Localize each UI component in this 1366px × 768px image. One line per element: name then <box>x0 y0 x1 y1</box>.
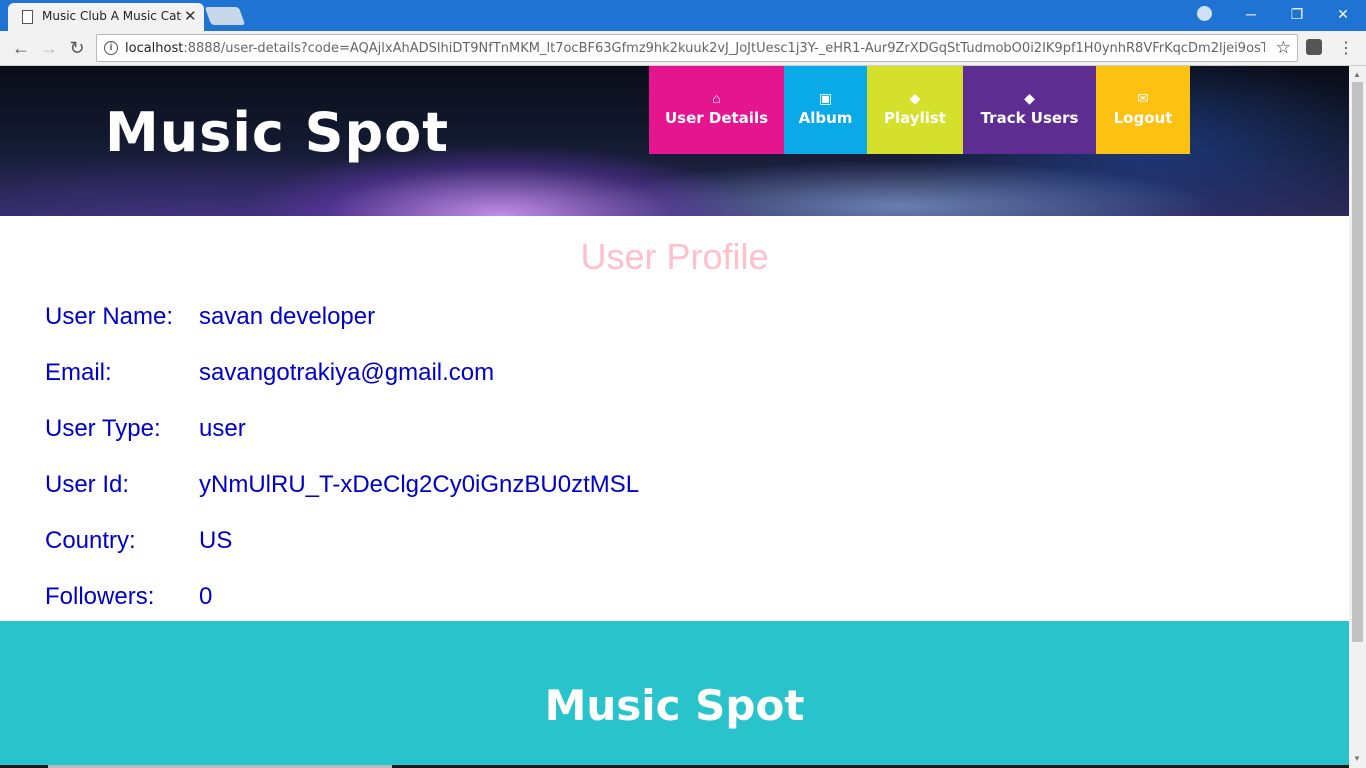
forward-arrow-icon[interactable]: → <box>38 37 60 59</box>
image-icon: ▣ <box>818 90 833 106</box>
field-label: User Type: <box>45 415 161 442</box>
minimize-icon[interactable]: ─ <box>1228 0 1274 28</box>
browser-titlebar: Music Club A Music Cate ✕ ─ ❐ ✕ <box>0 0 1366 31</box>
menu-dots-icon[interactable]: ⋮ <box>1338 38 1354 58</box>
url-path: :8888/user-details?code=AQAjlxAhADSlhiDT… <box>183 41 1265 56</box>
page-icon <box>22 10 33 24</box>
field-value: yNmUlRU_T-xDeClg2Cy0iGnzBU0ztMSL <box>199 471 640 498</box>
back-arrow-icon[interactable]: ← <box>10 37 32 59</box>
tags-icon: ◆ <box>909 90 921 106</box>
nav-album[interactable]: ▣ Album <box>784 66 867 154</box>
reload-icon[interactable]: ↻ <box>66 37 88 59</box>
site-footer: Music Spot <box>0 621 1349 768</box>
nav-track-users[interactable]: ◆ Track Users <box>963 66 1096 154</box>
profile-icon[interactable] <box>1197 6 1212 21</box>
nav-logout[interactable]: ✉ Logout <box>1096 66 1190 154</box>
nav-label: Track Users <box>980 109 1079 127</box>
vertical-scrollbar[interactable]: ▲ ▼ <box>1349 66 1366 768</box>
field-label: Email: <box>45 359 112 386</box>
nav-playlist[interactable]: ◆ Playlist <box>867 66 963 154</box>
restore-icon[interactable]: ❐ <box>1274 0 1320 28</box>
extension-icon[interactable] <box>1306 39 1322 55</box>
home-icon: ⌂ <box>712 90 721 106</box>
browser-tab[interactable]: Music Club A Music Cate ✕ <box>8 3 204 31</box>
field-label: User Name: <box>45 303 174 330</box>
bookmark-star-icon[interactable]: ☆ <box>1276 38 1291 58</box>
nav-user-details[interactable]: ⌂ User Details <box>649 66 784 154</box>
nav-label: Album <box>798 109 853 127</box>
field-value: US <box>199 527 233 554</box>
page-title: User Profile <box>580 236 769 277</box>
tags-icon: ◆ <box>1024 90 1035 106</box>
url-host: localhost <box>125 41 184 56</box>
scroll-thumb[interactable] <box>1352 82 1363 642</box>
page-viewport: Music Spot ⌂ User Details ▣ Album ◆ Play… <box>0 66 1349 768</box>
tab-title: Music Club A Music Cate <box>42 9 182 23</box>
field-label: Followers: <box>45 583 155 610</box>
scroll-down-icon[interactable]: ▼ <box>1353 754 1361 763</box>
scroll-up-icon[interactable]: ▲ <box>1353 70 1361 79</box>
profile-section: User Profile User Name: savan developer … <box>0 216 1349 621</box>
close-window-icon[interactable]: ✕ <box>1320 0 1366 28</box>
site-logo[interactable]: Music Spot <box>105 101 449 164</box>
field-value: savan developer <box>199 303 376 330</box>
tab-close-icon[interactable]: ✕ <box>184 7 197 25</box>
nav-label: Logout <box>1113 109 1173 127</box>
browser-toolbar: ← → ↻ i localhost:8888/user-details?code… <box>0 31 1366 66</box>
site-header: Music Spot ⌂ User Details ▣ Album ◆ Play… <box>0 66 1349 216</box>
footer-logo: Music Spot <box>544 681 805 730</box>
field-value: 0 <box>199 583 213 610</box>
nav-label: Playlist <box>884 109 946 127</box>
info-icon[interactable]: i <box>104 41 118 55</box>
url-text[interactable]: localhost:8888/user-details?code=AQAjlxA… <box>125 41 1265 56</box>
address-bar[interactable]: i localhost:8888/user-details?code=AQAjl… <box>96 34 1298 62</box>
field-value: user <box>199 415 246 442</box>
nav-label: User Details <box>664 109 769 127</box>
field-label: Country: <box>45 527 136 554</box>
new-tab-button[interactable] <box>204 7 246 25</box>
envelope-icon: ✉ <box>1137 90 1149 106</box>
field-label: User Id: <box>45 471 130 498</box>
field-value: savangotrakiya@gmail.com <box>199 359 495 386</box>
